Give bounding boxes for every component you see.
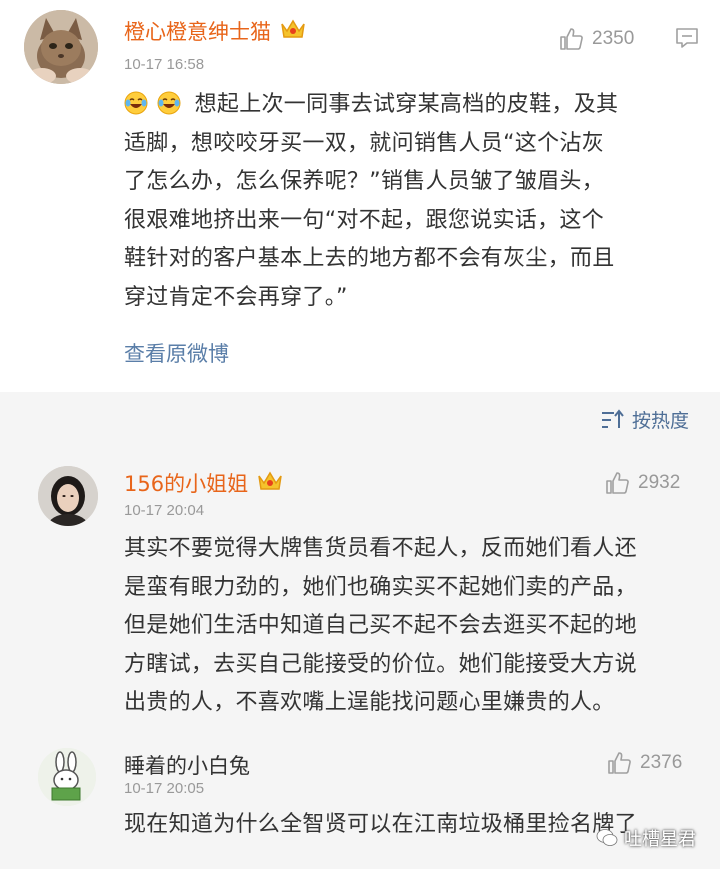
avatar[interactable]: [24, 10, 98, 84]
comment-timestamp: 10-17 20:05: [124, 780, 205, 797]
original-post: 橙心橙意绅士猫 10-17 16:58 2350 想起上次一同事去试穿某高档的皮…: [0, 0, 720, 392]
comment-username[interactable]: 156的小姐姐: [124, 468, 284, 498]
comment-line: 出贵的人，不喜欢嘴上逞能找问题心里嫌贵的人。: [124, 690, 615, 715]
vip-crown-icon: [279, 17, 307, 46]
laugh-cry-icon: [157, 91, 181, 115]
comment-username[interactable]: 睡着的小白兔: [124, 750, 250, 780]
comment-line: 方瞎试，去买自己能接受的价位。她们能接受大方说: [124, 651, 637, 677]
vip-crown-icon: [256, 469, 284, 498]
post-like-button[interactable]: 2350: [558, 26, 634, 52]
thumbs-up-icon: [608, 752, 631, 774]
comment-line: 是蛮有眼力劲的，她们也确实买不起她们卖的产品，: [124, 574, 637, 600]
sort-icon: [602, 408, 624, 428]
post-timestamp: 10-17 16:58: [124, 56, 205, 73]
thumbs-up-icon: [560, 28, 583, 50]
emoji-group: [124, 91, 191, 117]
sort-by-hot-button[interactable]: 按热度: [600, 406, 689, 433]
avatar[interactable]: [38, 466, 98, 526]
comment-reply-icon[interactable]: [674, 26, 700, 54]
comment-timestamp: 10-17 20:04: [124, 502, 205, 519]
watermark-text: 吐槽星君: [624, 829, 696, 850]
comment-like-button[interactable]: 2376: [606, 750, 682, 776]
post-line: 想起上次一同事去试穿某高档的皮鞋，及其: [124, 86, 714, 125]
comment-content: 其实不要觉得大牌售货员看不起人，反而她们看人还 是蛮有眼力劲的，她们也确实买不起…: [124, 530, 714, 723]
comment-like-count: 2932: [638, 472, 681, 493]
post-username[interactable]: 橙心橙意绅士猫: [124, 16, 307, 46]
comment-like-button[interactable]: 2932: [604, 470, 680, 496]
view-original-link[interactable]: 查看原微博: [124, 338, 229, 368]
post-like-count: 2350: [592, 28, 635, 49]
sort-label: 按热度: [632, 410, 690, 432]
post-line: 适脚，想咬咬牙买一双，就问销售人员“这个沾灰: [124, 130, 604, 156]
post-line: 鞋针对的客户基本上去的地方都不会有灰尘，而且: [124, 246, 615, 271]
wechat-icon: [596, 829, 618, 846]
post-line: 很艰难地挤出来一句“对不起，跟您说实话，这个: [124, 207, 604, 233]
comment-username-text[interactable]: 156的小姐姐: [124, 468, 248, 498]
watermark: 吐槽星君: [596, 825, 696, 851]
comment-line: 其实不要觉得大牌售货员看不起人，反而她们看人还: [124, 536, 637, 561]
comment-line: 但是她们生活中知道自己买不起不会去逛买不起的地: [124, 613, 637, 638]
post-line: 了怎么办，怎么保养呢？”销售人员皱了皱眉头，: [124, 169, 604, 194]
comment-like-count: 2376: [640, 752, 683, 773]
post-username-text[interactable]: 橙心橙意绅士猫: [124, 16, 271, 46]
post-line: 穿过肯定不会再穿了。”: [124, 284, 348, 310]
laugh-cry-icon: [124, 91, 148, 115]
thumbs-up-icon: [606, 472, 629, 494]
post-content: 想起上次一同事去试穿某高档的皮鞋，及其 适脚，想咬咬牙买一双，就问销售人员“这个…: [124, 86, 714, 317]
avatar[interactable]: [38, 748, 96, 806]
